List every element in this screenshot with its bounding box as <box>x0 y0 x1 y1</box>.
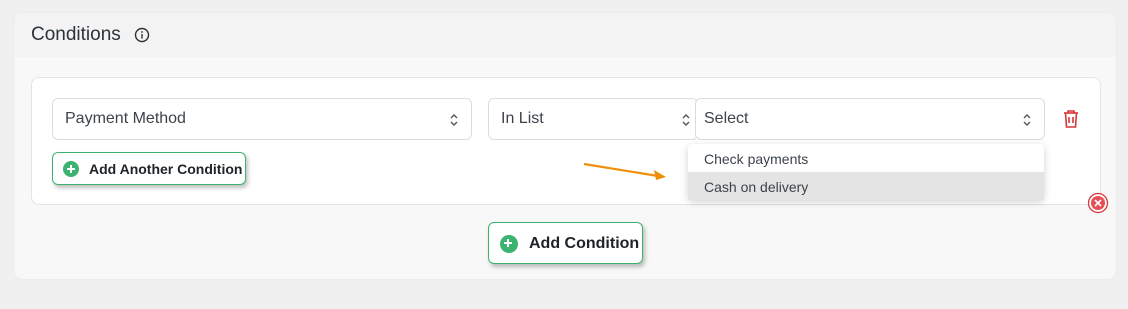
plus-circle-icon <box>63 161 79 177</box>
values-select[interactable]: Select <box>695 98 1045 140</box>
add-condition-button[interactable]: Add Condition <box>488 222 643 264</box>
operator-select[interactable]: In List <box>488 98 698 140</box>
operator-select-value: In List <box>501 110 544 127</box>
info-icon[interactable] <box>134 27 150 43</box>
panel-title: Conditions <box>31 24 121 45</box>
field-select-value: Payment Method <box>65 110 186 127</box>
plus-circle-icon <box>500 235 518 253</box>
panel-header: Conditions <box>14 13 1116 57</box>
trash-icon[interactable] <box>1062 109 1080 129</box>
close-circle-icon[interactable] <box>1087 192 1109 214</box>
chevron-up-down-icon <box>450 114 458 126</box>
field-select[interactable]: Payment Method <box>52 98 472 140</box>
add-another-condition-button[interactable]: Add Another Condition <box>52 152 246 185</box>
add-condition-label: Add Condition <box>529 235 640 252</box>
values-dropdown-menu: Check payments Cash on delivery <box>688 144 1044 200</box>
values-select-placeholder: Select <box>704 110 749 127</box>
chevron-up-down-icon <box>682 114 690 126</box>
dropdown-option[interactable]: Check payments <box>688 144 1044 172</box>
dropdown-option[interactable]: Cash on delivery <box>688 172 1044 200</box>
add-another-condition-label: Add Another Condition <box>89 161 243 177</box>
chevron-up-down-icon <box>1023 114 1031 126</box>
annotation-arrow <box>583 162 666 180</box>
